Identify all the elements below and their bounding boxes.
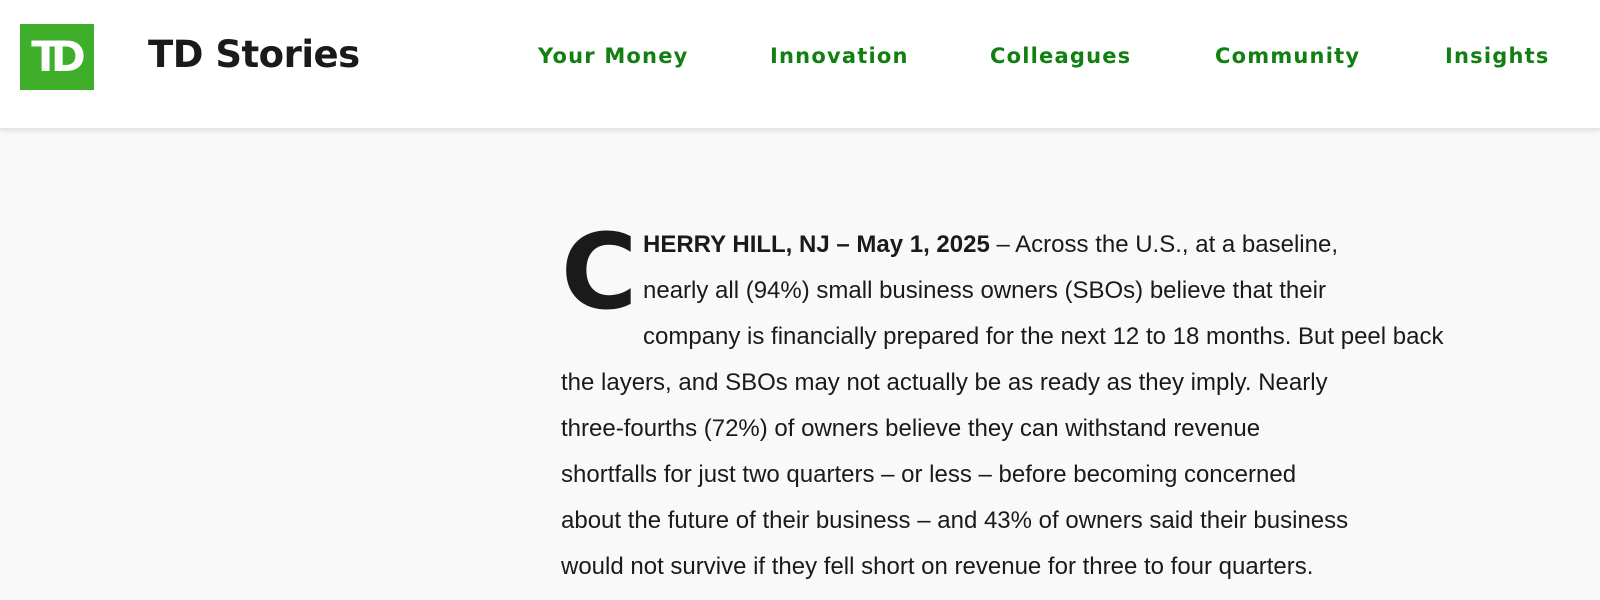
logo-text: TD: [31, 32, 85, 81]
td-logo-icon[interactable]: TD: [20, 24, 94, 90]
nav-colleagues[interactable]: Colleagues: [990, 46, 1131, 67]
nav-insights[interactable]: Insights: [1445, 46, 1550, 67]
article-line: shortfalls for just two quarters – or le…: [561, 461, 1297, 488]
nav-your-money[interactable]: Your Money: [538, 46, 689, 67]
article-line: would not survive if they fell short on …: [561, 553, 1314, 580]
article-line: three-fourths (72%) of owners believe th…: [561, 415, 1261, 442]
article-line: – Across the U.S., at a baseline,: [989, 231, 1338, 258]
article-paragraph: C HERRY HILL, NJ – May 1, 2025 – Across t…: [561, 211, 1481, 590]
dateline: HERRY HILL, NJ – May 1, 2025: [643, 231, 990, 258]
site-title[interactable]: TD Stories: [148, 36, 360, 73]
nav-innovation[interactable]: Innovation: [770, 46, 909, 67]
article-line: nearly all (94%) small business owners (…: [643, 277, 1326, 304]
nav-community[interactable]: Community: [1215, 46, 1360, 67]
site-header: TD TD Stories Your Money Innovation Coll…: [0, 0, 1600, 129]
article-body: C HERRY HILL, NJ – May 1, 2025 – Across t…: [561, 211, 1481, 590]
article-line: company is financially prepared for the …: [643, 323, 1444, 350]
article-line: the layers, and SBOs may not actually be…: [561, 369, 1328, 396]
drop-cap: C: [561, 211, 638, 333]
article-line: about the future of their business – and…: [561, 507, 1349, 534]
